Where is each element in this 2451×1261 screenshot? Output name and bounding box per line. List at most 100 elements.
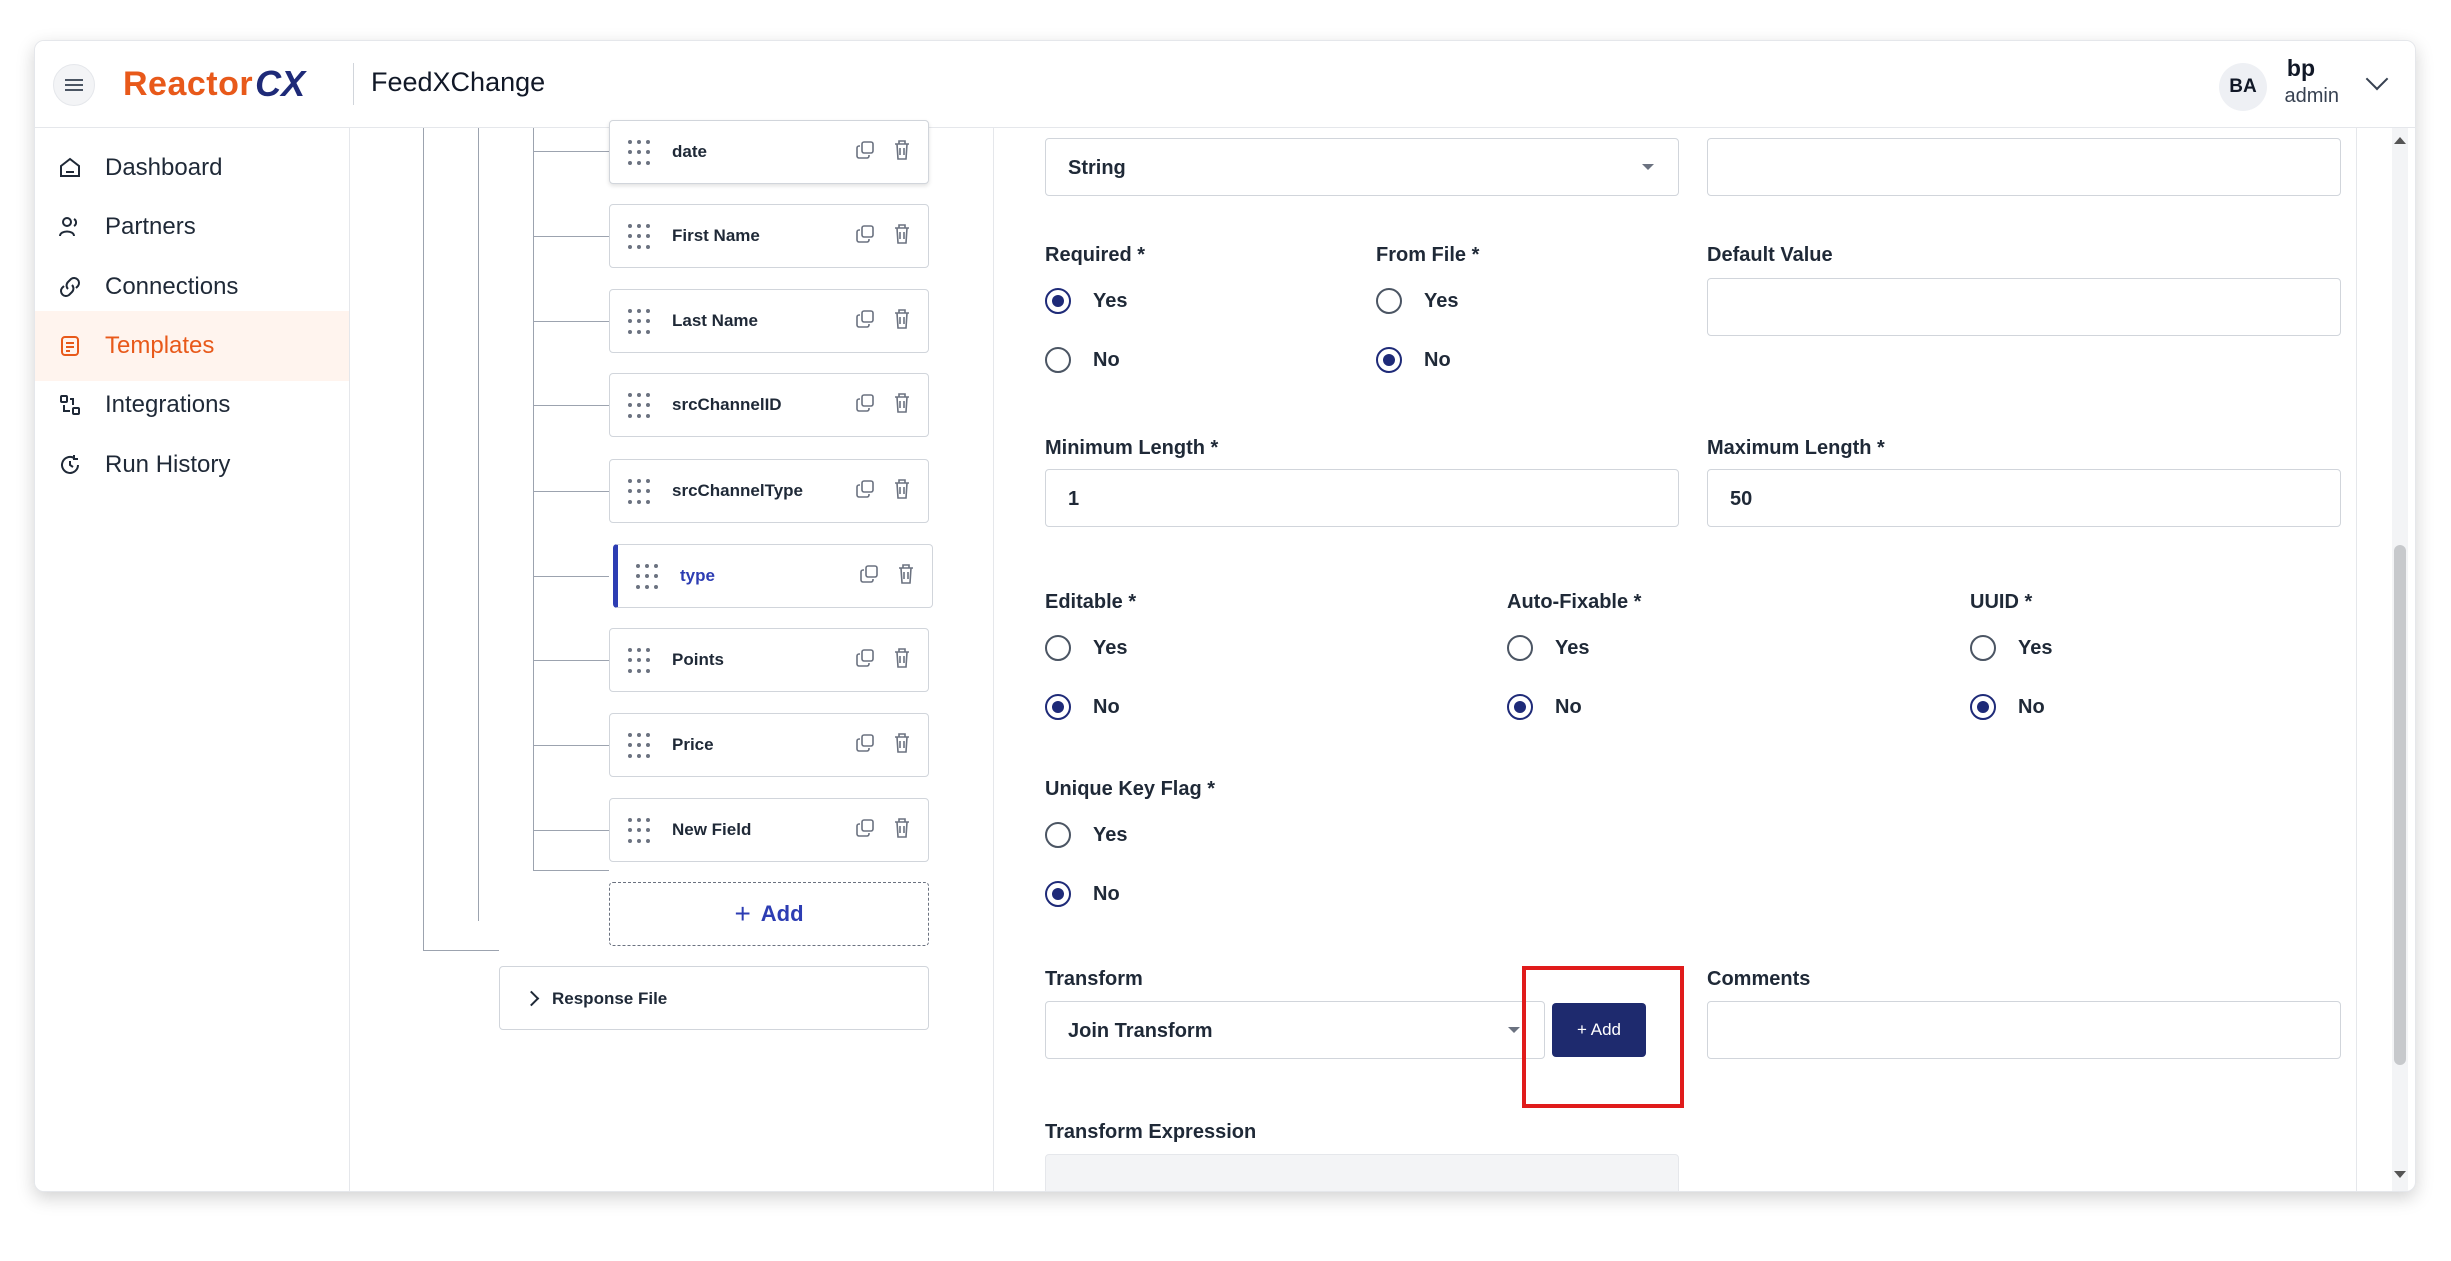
field-card-last-name[interactable]: Last Name xyxy=(609,289,929,353)
max-length-input[interactable]: 50 xyxy=(1707,469,2341,527)
copy-icon[interactable] xyxy=(856,225,874,243)
drag-handle-icon[interactable] xyxy=(628,648,654,674)
trash-icon[interactable] xyxy=(894,818,910,838)
auto-fixable-yes-radio[interactable]: Yes xyxy=(1507,635,1589,661)
default-value-label: Default Value xyxy=(1707,244,1833,266)
sidebar-item-run-history[interactable]: Run History xyxy=(35,430,349,500)
chevron-right-icon[interactable] xyxy=(523,990,540,1007)
unique-key-yes-radio[interactable]: Yes xyxy=(1045,822,1127,848)
unique-key-no-radio[interactable]: No xyxy=(1045,881,1120,907)
required-no-radio[interactable]: No xyxy=(1045,347,1120,373)
trash-icon[interactable] xyxy=(894,393,910,413)
drag-handle-icon[interactable] xyxy=(628,309,654,335)
history-icon xyxy=(57,452,83,478)
field-card-date[interactable]: date xyxy=(609,120,929,184)
scrollbar-thumb[interactable] xyxy=(2394,545,2406,1065)
copy-icon[interactable] xyxy=(856,649,874,667)
radio-selected-icon xyxy=(1045,881,1071,907)
reactorcx-logo: Reactor CX xyxy=(123,63,306,104)
panel-divider xyxy=(993,128,994,1191)
trash-icon[interactable] xyxy=(894,733,910,753)
tree-connector xyxy=(533,128,534,870)
radio-unselected-icon xyxy=(1970,635,1996,661)
tree-connector xyxy=(533,745,609,746)
users-icon xyxy=(57,214,83,240)
radio-unselected-icon xyxy=(1507,635,1533,661)
sidebar: Dashboard Partners Connections Templates… xyxy=(35,128,350,1191)
highlight-box xyxy=(1522,966,1684,1108)
copy-icon[interactable] xyxy=(856,734,874,752)
transform-label: Transform xyxy=(1045,968,1143,990)
tree-connector xyxy=(533,576,609,577)
tree-connector xyxy=(423,950,499,951)
radio-unselected-icon xyxy=(1045,635,1071,661)
drag-handle-icon[interactable] xyxy=(628,818,654,844)
copy-icon[interactable] xyxy=(856,394,874,412)
comments-input[interactable] xyxy=(1707,1001,2341,1059)
tree-connector xyxy=(423,128,424,950)
scroll-up-arrow-icon[interactable] xyxy=(2394,137,2406,144)
trash-icon[interactable] xyxy=(894,309,910,329)
hamburger-menu-icon[interactable] xyxy=(53,64,95,106)
auto-fixable-label: Auto-Fixable * xyxy=(1507,591,1642,613)
field-card-first-name[interactable]: First Name xyxy=(609,204,929,268)
field-card-srcchanneltype[interactable]: srcChannelType xyxy=(609,459,929,523)
scroll-down-arrow-icon[interactable] xyxy=(2394,1171,2406,1178)
field-card-new-field[interactable]: New Field xyxy=(609,798,929,862)
editable-yes-radio[interactable]: Yes xyxy=(1045,635,1127,661)
copy-icon[interactable] xyxy=(856,141,874,159)
auto-fixable-no-radio[interactable]: No xyxy=(1507,694,1582,720)
transform-expression-input[interactable] xyxy=(1045,1154,1679,1191)
trash-icon[interactable] xyxy=(898,564,914,584)
drag-handle-icon[interactable] xyxy=(628,393,654,419)
tree-connector xyxy=(533,405,609,406)
field-card-type[interactable]: type xyxy=(613,544,933,608)
text-input-top-right[interactable] xyxy=(1707,138,2341,196)
drag-handle-icon[interactable] xyxy=(636,564,662,590)
drag-handle-icon[interactable] xyxy=(628,224,654,250)
integrations-icon xyxy=(57,392,83,418)
trash-icon[interactable] xyxy=(894,140,910,160)
app-title: FeedXChange xyxy=(371,67,546,97)
home-icon xyxy=(57,155,83,181)
drag-handle-icon[interactable] xyxy=(628,479,654,505)
trash-icon[interactable] xyxy=(894,479,910,499)
copy-icon[interactable] xyxy=(856,310,874,328)
chevron-down-icon[interactable] xyxy=(2365,67,2389,91)
field-card-srcchannelid[interactable]: srcChannelID xyxy=(609,373,929,437)
tree-connector xyxy=(478,128,479,921)
editable-label: Editable * xyxy=(1045,591,1137,613)
required-yes-radio[interactable]: Yes xyxy=(1045,288,1127,314)
editable-no-radio[interactable]: No xyxy=(1045,694,1120,720)
response-file-node[interactable]: Response File xyxy=(499,966,929,1030)
drag-handle-icon[interactable] xyxy=(628,733,654,759)
field-card-price[interactable]: Price xyxy=(609,713,929,777)
avatar[interactable]: BA xyxy=(2219,63,2267,111)
copy-icon[interactable] xyxy=(856,819,874,837)
user-role: admin xyxy=(2284,85,2339,107)
radio-selected-icon xyxy=(1045,288,1071,314)
top-header: Reactor CX FeedXChange BA bp admin xyxy=(35,41,2415,128)
user-name[interactable]: bp xyxy=(2287,55,2315,82)
uuid-yes-radio[interactable]: Yes xyxy=(1970,635,2052,661)
data-type-select[interactable]: String xyxy=(1045,138,1679,196)
uuid-no-radio[interactable]: No xyxy=(1970,694,2045,720)
transform-select[interactable]: Join Transform xyxy=(1045,1001,1545,1059)
trash-icon[interactable] xyxy=(894,224,910,244)
tree-connector xyxy=(533,660,609,661)
add-field-button[interactable]: + Add xyxy=(609,882,929,946)
from-file-no-radio[interactable]: No xyxy=(1376,347,1451,373)
from-file-yes-radio[interactable]: Yes xyxy=(1376,288,1458,314)
copy-icon[interactable] xyxy=(856,480,874,498)
default-value-input[interactable] xyxy=(1707,278,2341,336)
drag-handle-icon[interactable] xyxy=(628,140,654,166)
from-file-label: From File * xyxy=(1376,244,1480,266)
unique-key-flag-label: Unique Key Flag * xyxy=(1045,778,1216,800)
trash-icon[interactable] xyxy=(894,648,910,668)
tree-connector xyxy=(533,321,609,322)
radio-selected-icon xyxy=(1045,694,1071,720)
min-length-input[interactable]: 1 xyxy=(1045,469,1679,527)
max-length-label: Maximum Length * xyxy=(1707,437,1885,459)
field-card-points[interactable]: Points xyxy=(609,628,929,692)
copy-icon[interactable] xyxy=(860,565,878,583)
